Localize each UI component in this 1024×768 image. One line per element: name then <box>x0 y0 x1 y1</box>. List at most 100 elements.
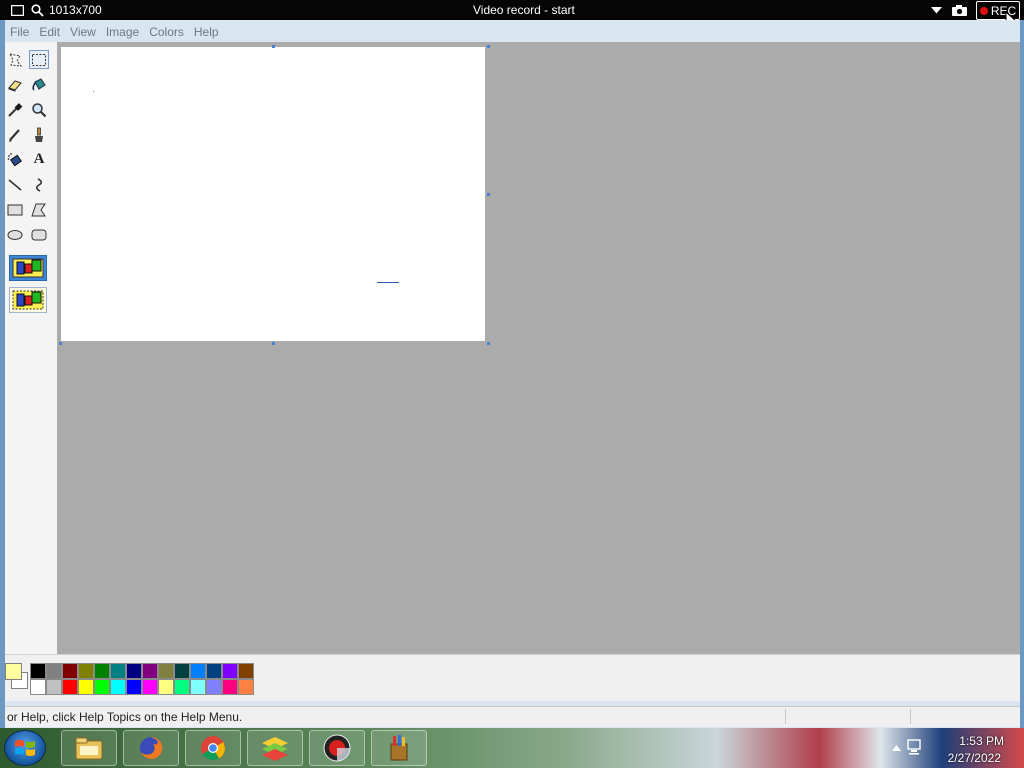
palette-swatch[interactable] <box>126 679 142 695</box>
toolbox: A <box>5 42 58 654</box>
palette-swatch[interactable] <box>174 663 190 679</box>
palette-swatch[interactable] <box>190 679 206 695</box>
palette-swatch[interactable] <box>30 679 46 695</box>
canvas-dot <box>93 91 94 92</box>
record-dot-icon <box>979 6 988 15</box>
palette-swatch[interactable] <box>46 679 62 695</box>
paint-window: File Edit View Image Colors Help A or He… <box>0 20 1024 728</box>
free-form-select-icon[interactable] <box>5 50 25 69</box>
canvas-handle-bottom-left <box>59 342 62 345</box>
canvas-handle-top-right <box>487 45 490 48</box>
recording-resolution: 1013x700 <box>49 3 102 17</box>
menu-image[interactable]: Image <box>101 23 144 41</box>
dropdown-arrow-icon[interactable] <box>929 0 943 20</box>
palette-swatch[interactable] <box>78 663 94 679</box>
palette-swatch[interactable] <box>174 679 190 695</box>
color-palette <box>5 654 1020 701</box>
windows-logo-icon <box>15 740 35 756</box>
rounded-rectangle-icon[interactable] <box>29 225 49 244</box>
taskbar-bluestacks[interactable] <box>247 730 303 766</box>
status-bar: or Help, click Help Topics on the Help M… <box>5 706 1020 727</box>
camera-icon[interactable] <box>950 0 968 20</box>
curve-icon[interactable] <box>29 175 49 194</box>
canvas-line-stroke <box>377 282 399 283</box>
foreground-color-swatch[interactable] <box>5 663 22 680</box>
palette-swatch[interactable] <box>158 679 174 695</box>
canvas-workspace <box>57 42 1020 654</box>
palette-swatch[interactable] <box>158 663 174 679</box>
brush-icon[interactable] <box>29 125 49 144</box>
menu-view[interactable]: View <box>65 23 101 41</box>
status-divider <box>785 709 786 724</box>
menu-edit[interactable]: Edit <box>34 23 65 41</box>
taskbar-screen-recorder[interactable] <box>309 730 365 766</box>
airbrush-icon[interactable] <box>5 150 25 169</box>
eraser-icon[interactable] <box>5 75 25 94</box>
opaque-selection-icon[interactable] <box>9 255 47 281</box>
menu-file[interactable]: File <box>5 23 34 41</box>
network-icon[interactable] <box>906 738 922 756</box>
palette-swatch[interactable] <box>46 663 62 679</box>
magnifier-icon[interactable] <box>29 100 49 119</box>
palette-swatch[interactable] <box>206 663 222 679</box>
resize-handle-corner[interactable] <box>487 342 490 345</box>
resize-handle-right[interactable] <box>487 193 490 196</box>
transparent-selection-icon[interactable] <box>9 287 47 313</box>
file-explorer-icon <box>75 737 103 760</box>
palette-swatch[interactable] <box>126 663 142 679</box>
pencil-icon[interactable] <box>5 125 25 144</box>
app-body: A <box>5 42 1020 654</box>
taskbar-chrome[interactable] <box>185 730 241 766</box>
palette-swatch[interactable] <box>110 663 126 679</box>
palette-swatch[interactable] <box>94 663 110 679</box>
palette-swatch[interactable] <box>78 679 94 695</box>
paint-icon <box>390 735 408 761</box>
line-icon[interactable] <box>5 175 25 194</box>
clock-time[interactable]: 1:53 PM <box>959 734 1004 748</box>
recording-title: Video record - start <box>473 3 575 17</box>
text-tool-glyph: A <box>33 151 45 167</box>
palette-swatch[interactable] <box>62 663 78 679</box>
bluestacks-icon <box>262 737 288 761</box>
palette-swatch[interactable] <box>190 663 206 679</box>
resize-handle-bottom[interactable] <box>272 342 275 345</box>
ellipse-icon[interactable] <box>5 225 25 244</box>
status-text: or Help, click Help Topics on the Help M… <box>7 710 243 724</box>
window-right-border <box>1020 20 1024 728</box>
start-button[interactable] <box>4 730 46 766</box>
menu-bar: File Edit View Image Colors Help <box>5 23 224 41</box>
palette-swatch[interactable] <box>238 663 254 679</box>
palette-swatch[interactable] <box>110 679 126 695</box>
fill-bucket-icon[interactable] <box>29 75 49 94</box>
polygon-icon[interactable] <box>29 200 49 219</box>
recorder-top-bar: 1013x700 Video record - start REC <box>0 0 1024 31</box>
palette-swatch[interactable] <box>142 679 158 695</box>
palette-swatch[interactable] <box>222 663 238 679</box>
palette-swatch[interactable] <box>62 679 78 695</box>
palette-swatches <box>30 663 254 695</box>
firefox-icon <box>140 736 163 759</box>
palette-swatch[interactable] <box>142 663 158 679</box>
clock-date[interactable]: 2/27/2022 <box>948 751 1001 765</box>
menu-colors[interactable]: Colors <box>144 23 189 41</box>
taskbar-firefox[interactable] <box>123 730 179 766</box>
search-icon[interactable] <box>29 0 45 20</box>
menu-help[interactable]: Help <box>189 23 224 41</box>
rectangle-icon[interactable] <box>5 200 25 219</box>
palette-swatch[interactable] <box>94 679 110 695</box>
taskbar-paint[interactable] <box>371 730 427 766</box>
palette-swatch[interactable] <box>222 679 238 695</box>
palette-swatch[interactable] <box>238 679 254 695</box>
canvas-handle-top <box>272 45 275 48</box>
drawing-canvas[interactable] <box>61 47 485 341</box>
window-mode-icon[interactable] <box>8 0 26 20</box>
screen-recorder-icon <box>323 734 351 762</box>
color-picker-icon[interactable] <box>5 100 25 119</box>
palette-swatch[interactable] <box>30 663 46 679</box>
show-hidden-icons-icon[interactable] <box>892 744 901 751</box>
chrome-icon <box>201 736 225 761</box>
text-icon[interactable]: A <box>29 150 49 169</box>
palette-swatch[interactable] <box>206 679 222 695</box>
select-icon[interactable] <box>29 50 49 69</box>
taskbar-file-explorer[interactable] <box>61 730 117 766</box>
